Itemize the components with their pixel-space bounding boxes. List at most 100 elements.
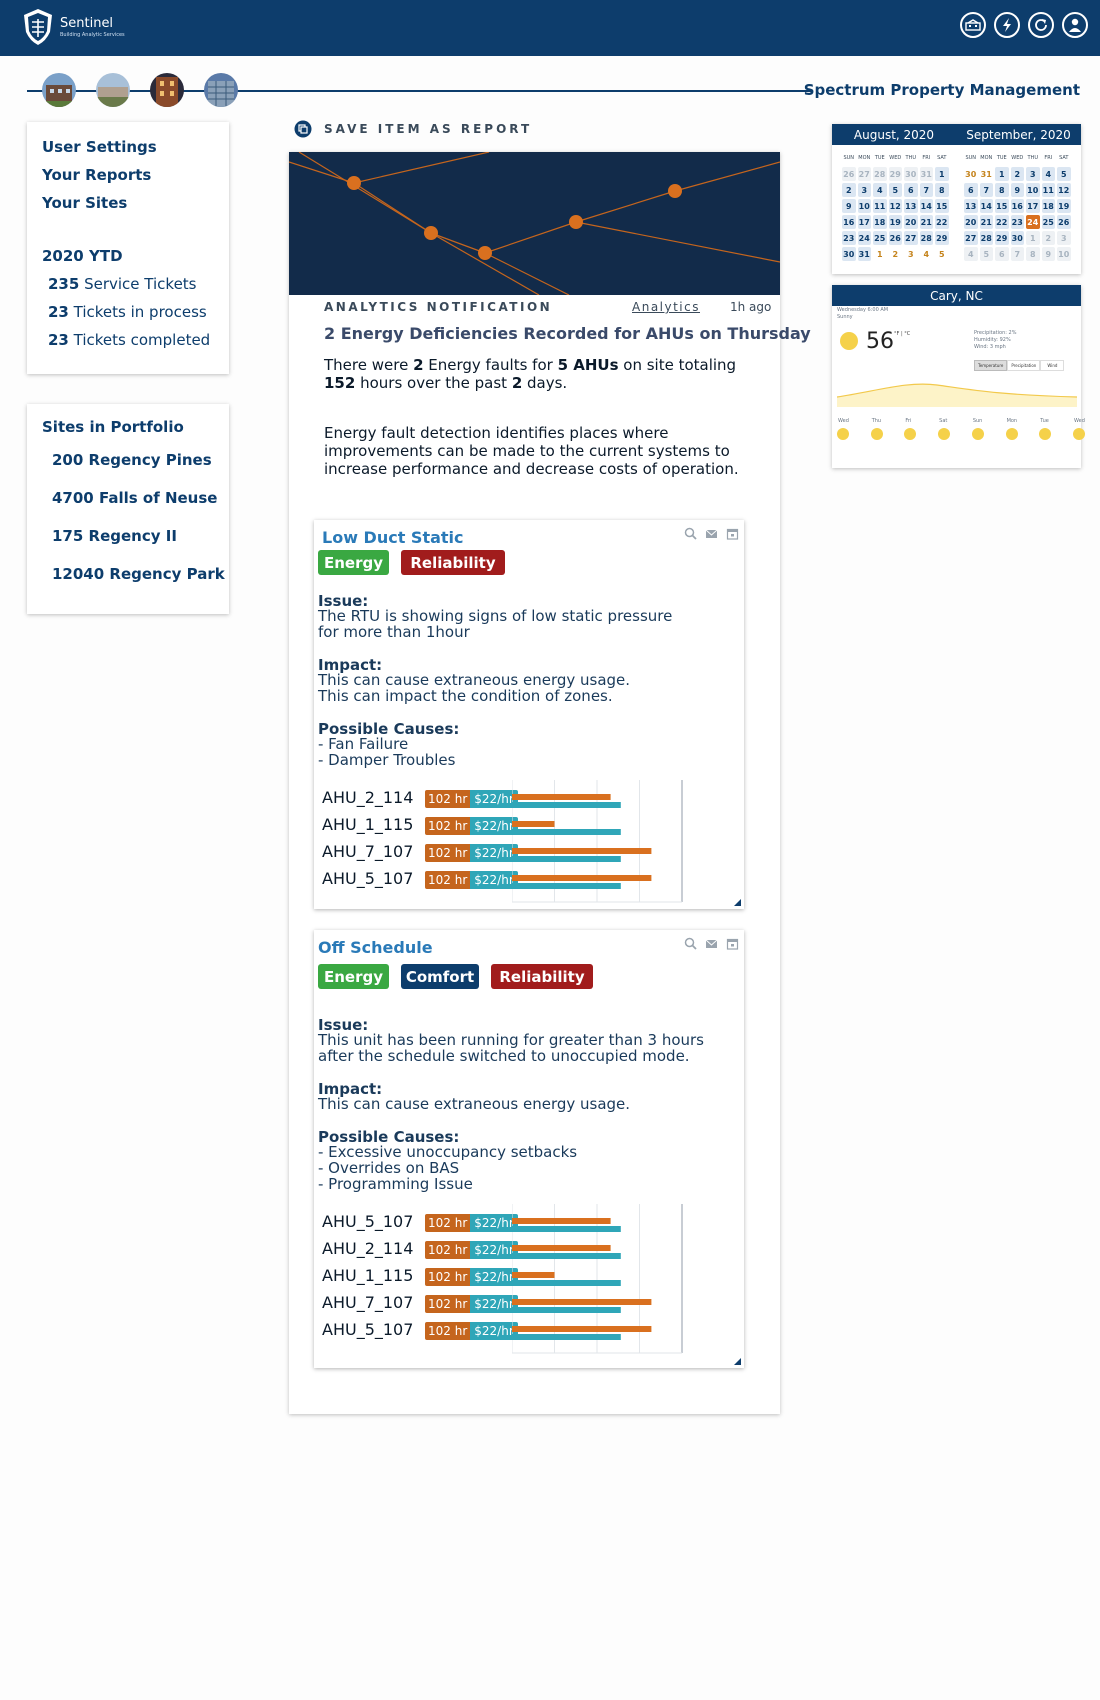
lightning-icon[interactable] (994, 12, 1020, 38)
hours-bar[interactable] (512, 1218, 611, 1224)
hours-bar[interactable] (512, 848, 652, 854)
site-photo-2[interactable] (96, 73, 130, 107)
resize-handle-icon[interactable] (734, 1358, 741, 1365)
calendar-day[interactable]: 13 (964, 199, 978, 213)
stat-service-tickets[interactable]: 235 Service Tickets (48, 275, 197, 293)
cost-bar[interactable] (512, 1307, 621, 1313)
calendar-day-selected[interactable]: 24 (1026, 215, 1040, 229)
calendar-day[interactable]: 30 (964, 167, 978, 181)
calendar-day[interactable]: 13 (904, 199, 918, 213)
calendar-day[interactable]: 31 (857, 247, 871, 261)
calendar-day[interactable]: 4 (1041, 167, 1055, 181)
resize-handle-icon[interactable] (734, 899, 741, 906)
calendar-day[interactable]: 1 (873, 247, 887, 261)
your-reports-link[interactable]: Your Reports (42, 166, 151, 184)
calendar-day[interactable]: 23 (1010, 215, 1024, 229)
calendar-day[interactable]: 20 (964, 215, 978, 229)
calendar-day[interactable]: 19 (1057, 199, 1071, 213)
calendar-day[interactable]: 21 (979, 215, 993, 229)
cost-bar[interactable] (512, 1226, 621, 1232)
tag-comfort[interactable]: Comfort (401, 964, 479, 989)
runtime-cost-pill[interactable]: 102 hr $22/hr (425, 1295, 518, 1313)
runtime-cost-pill[interactable]: 102 hr $22/hr (425, 1322, 518, 1340)
calendar-day[interactable]: 25 (1041, 215, 1055, 229)
calendar-day[interactable]: 21 (919, 215, 933, 229)
runtime-cost-pill[interactable]: 102 hr $22/hr (425, 1268, 518, 1286)
calendar-day[interactable]: 28 (979, 231, 993, 245)
cost-bar[interactable] (512, 829, 621, 835)
calendar-day[interactable]: 4 (964, 247, 978, 261)
tag-energy[interactable]: Energy (318, 964, 389, 989)
calendar-day[interactable]: 9 (1010, 183, 1024, 197)
mail-icon[interactable] (705, 527, 718, 540)
calendar-day[interactable]: 4 (873, 183, 887, 197)
calendar-day[interactable]: 28 (873, 167, 887, 181)
runtime-cost-pill[interactable]: 102 hr $22/hr (425, 1214, 518, 1232)
calendar-day[interactable]: 7 (1010, 247, 1024, 261)
calendar-day[interactable]: 30 (904, 167, 918, 181)
user-settings-link[interactable]: User Settings (42, 138, 157, 156)
calendar-day[interactable]: 17 (1026, 199, 1040, 213)
calendar-day[interactable]: 16 (1010, 199, 1024, 213)
calendar-day[interactable]: 6 (964, 183, 978, 197)
calendar-day[interactable]: 3 (857, 183, 871, 197)
calendar-day[interactable]: 22 (935, 215, 949, 229)
building-icon[interactable] (960, 12, 986, 38)
runtime-cost-pill[interactable]: 102 hr $22/hr (425, 790, 518, 808)
calendar-day[interactable]: 9 (842, 199, 856, 213)
your-sites-link[interactable]: Your Sites (42, 194, 127, 212)
calendar-day[interactable]: 10 (1026, 183, 1040, 197)
calendar-day[interactable]: 8 (995, 183, 1009, 197)
cost-bar[interactable] (512, 1280, 621, 1286)
calendar-day[interactable]: 6 (904, 183, 918, 197)
calendar-day[interactable]: 28 (919, 231, 933, 245)
calendar-day[interactable]: 22 (995, 215, 1009, 229)
calendar-day[interactable]: 5 (1057, 167, 1071, 181)
cost-bar[interactable] (512, 802, 621, 808)
calendar-day[interactable]: 8 (1026, 247, 1040, 261)
hours-bar[interactable] (512, 1299, 652, 1305)
calendar-day[interactable]: 18 (1041, 199, 1055, 213)
cost-bar[interactable] (512, 1334, 621, 1340)
site-link[interactable]: 175 Regency II (52, 527, 177, 545)
tab-wind[interactable]: Wind (1040, 360, 1065, 371)
calendar-day[interactable]: 2 (1010, 167, 1024, 181)
calendar-day[interactable]: 15 (995, 199, 1009, 213)
calendar-day[interactable]: 4 (919, 247, 933, 261)
calendar-day[interactable]: 26 (842, 167, 856, 181)
calendar-day[interactable]: 30 (1010, 231, 1024, 245)
calendar-day[interactable]: 2 (842, 183, 856, 197)
calendar-day[interactable]: 19 (888, 215, 902, 229)
calendar-day[interactable]: 7 (919, 183, 933, 197)
month-title-august[interactable]: August, 2020 (832, 128, 956, 142)
runtime-cost-pill[interactable]: 102 hr $22/hr (425, 1241, 518, 1259)
hours-bar[interactable] (512, 1272, 555, 1278)
calendar-day[interactable]: 29 (995, 231, 1009, 245)
site-photo-3[interactable] (150, 73, 184, 107)
calendar-day[interactable]: 15 (935, 199, 949, 213)
calendar-day[interactable]: 14 (979, 199, 993, 213)
analytics-link[interactable]: Analytics (632, 300, 700, 314)
calendar-day[interactable]: 5 (888, 183, 902, 197)
calendar-day[interactable]: 31 (979, 167, 993, 181)
tab-temperature[interactable]: Temperature (974, 360, 1008, 371)
hours-bar[interactable] (512, 875, 652, 881)
calendar-day[interactable]: 7 (979, 183, 993, 197)
calendar-day[interactable]: 16 (842, 215, 856, 229)
mail-icon[interactable] (705, 937, 718, 950)
calendar-day[interactable]: 10 (1057, 247, 1071, 261)
calendar-day[interactable]: 2 (888, 247, 902, 261)
zoom-icon[interactable] (684, 527, 697, 540)
zoom-icon[interactable] (684, 937, 697, 950)
calendar-day[interactable]: 24 (857, 231, 871, 245)
calendar-icon[interactable] (726, 937, 739, 950)
calendar-day[interactable]: 25 (873, 231, 887, 245)
hours-bar[interactable] (512, 1326, 652, 1332)
calendar-day[interactable]: 2 (1041, 231, 1055, 245)
calendar-day[interactable]: 26 (1057, 215, 1071, 229)
calendar-day[interactable]: 3 (904, 247, 918, 261)
month-title-september[interactable]: September, 2020 (956, 128, 1081, 142)
calendar-day[interactable]: 31 (919, 167, 933, 181)
calendar-day[interactable]: 3 (1057, 231, 1071, 245)
calendar-day[interactable]: 10 (857, 199, 871, 213)
